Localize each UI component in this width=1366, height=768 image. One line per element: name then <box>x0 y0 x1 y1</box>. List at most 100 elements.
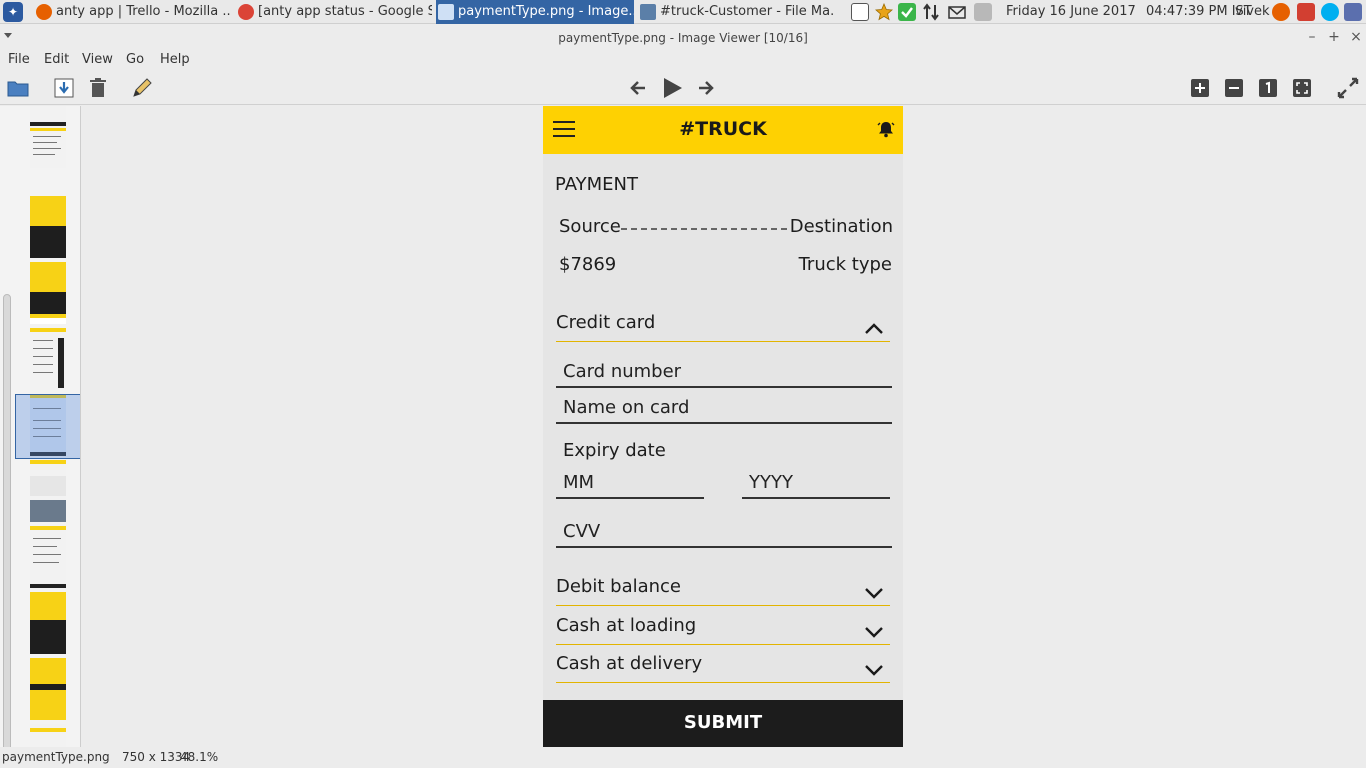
cash-at-delivery-label: Cash at delivery <box>556 653 703 674</box>
star-icon[interactable] <box>875 2 893 21</box>
expiry-year-placeholder: YYYY <box>749 472 793 493</box>
menu-view[interactable]: View <box>82 52 113 67</box>
menu-file[interactable]: File <box>8 52 30 67</box>
task-label: paymentType.png - Image... <box>458 4 634 19</box>
thumbnail[interactable] <box>30 196 66 258</box>
debit-balance-section: Debit balance <box>556 570 890 606</box>
firefox-icon <box>36 4 52 20</box>
cash-at-delivery-section: Cash at delivery <box>556 647 890 683</box>
chrome-icon <box>238 4 254 20</box>
fullscreen-icon[interactable] <box>1336 76 1360 100</box>
zoom-in-icon[interactable] <box>1188 76 1212 100</box>
cash-at-loading-label: Cash at loading <box>556 615 697 636</box>
cvv-field: CVV <box>556 518 892 548</box>
price: $7869 <box>559 254 617 275</box>
task-label: anty app | Trello - Mozilla ... <box>56 4 230 19</box>
expiry-month-placeholder: MM <box>563 472 595 493</box>
mail-icon[interactable] <box>948 3 966 21</box>
app-title: #TRUCK <box>679 118 767 140</box>
close-icon[interactable]: × <box>1349 27 1363 47</box>
app-menu-icon[interactable]: ✦ <box>3 2 23 22</box>
check-icon[interactable] <box>898 3 916 21</box>
status-bar: paymentType.png 750 x 1334 48.1% <box>0 747 1366 768</box>
expiry-date-label: Expiry date <box>563 440 666 461</box>
menubar: File Edit View Go Help <box>0 49 1366 71</box>
fit-to-window-icon[interactable] <box>1290 76 1314 100</box>
task-trello-firefox[interactable]: anty app | Trello - Mozilla ... <box>34 0 230 24</box>
taskbar: ✦ anty app | Trello - Mozilla ... [anty … <box>0 0 1366 24</box>
save-icon[interactable] <box>52 76 76 100</box>
submit-button: SUBMIT <box>543 700 903 747</box>
menu-edit[interactable]: Edit <box>44 52 69 67</box>
thumbnail-selection <box>15 394 80 459</box>
firefox-launcher-icon[interactable] <box>1272 3 1290 21</box>
thumbnail-strip[interactable] <box>0 106 81 747</box>
task-file-manager[interactable]: #truck-Customer - File Ma... <box>638 0 834 24</box>
image-viewer-icon <box>438 4 454 20</box>
thumbnail[interactable] <box>30 460 66 522</box>
truck-type: Truck type <box>798 254 892 275</box>
chevron-down-icon <box>865 627 883 638</box>
status-zoom: 48.1% <box>180 750 219 764</box>
open-folder-icon[interactable] <box>6 76 30 100</box>
original-size-icon[interactable] <box>1256 76 1280 100</box>
app-header: #TRUCK <box>543 106 903 154</box>
skype-icon[interactable] <box>1321 3 1339 21</box>
status-filename: paymentType.png <box>2 750 110 764</box>
thumbnail[interactable] <box>30 724 66 747</box>
chevron-up-icon <box>865 323 883 334</box>
next-arrow-icon[interactable] <box>694 76 718 100</box>
route-destination: Destination <box>789 216 893 237</box>
payment-screen-image: #TRUCK PAYMENT Source Destination $7869 … <box>543 106 903 747</box>
previous-arrow-icon[interactable] <box>626 76 650 100</box>
task-image-viewer[interactable]: paymentType.png - Image... <box>436 0 634 24</box>
notes-icon[interactable] <box>851 3 869 21</box>
edit-pencil-icon[interactable] <box>130 76 154 100</box>
play-slideshow-icon[interactable] <box>660 76 684 100</box>
task-google-sheets-chrome[interactable]: [anty app status - Google S... <box>236 0 432 24</box>
minimize-icon[interactable]: – <box>1305 27 1319 47</box>
clock-date[interactable]: Friday 16 June 2017 <box>1006 0 1136 24</box>
folder-icon <box>640 4 656 20</box>
notification-bell-icon <box>877 120 895 138</box>
task-label: #truck-Customer - File Ma... <box>660 4 834 19</box>
thumbnail[interactable] <box>30 592 66 654</box>
zoom-out-icon[interactable] <box>1222 76 1246 100</box>
menu-go[interactable]: Go <box>126 52 144 67</box>
submit-label: SUBMIT <box>683 712 763 733</box>
name-on-card-placeholder: Name on card <box>563 397 690 418</box>
route-dashed-line <box>621 228 787 230</box>
chevron-down-icon <box>865 588 883 599</box>
card-number-placeholder: Card number <box>563 361 682 382</box>
image-canvas[interactable]: #TRUCK PAYMENT Source Destination $7869 … <box>82 106 1366 747</box>
maximize-icon[interactable]: + <box>1327 27 1341 47</box>
chevron-down-icon <box>865 665 883 676</box>
thumbnail[interactable] <box>30 106 66 168</box>
thumbnail[interactable] <box>30 526 66 588</box>
google-plus-icon[interactable] <box>1297 3 1315 21</box>
expiry-month-field: MM <box>556 469 704 499</box>
payment-heading: PAYMENT <box>555 174 638 195</box>
toolbar <box>0 71 1366 105</box>
debit-balance-label: Debit balance <box>556 576 682 597</box>
name-on-card-field: Name on card <box>556 394 892 424</box>
route-source: Source <box>559 216 621 237</box>
menu-help[interactable]: Help <box>160 52 190 67</box>
trash-icon[interactable] <box>86 76 110 100</box>
drive-icon[interactable] <box>974 3 992 21</box>
task-label: [anty app status - Google S... <box>258 4 432 19</box>
thumbnail-scrollbar[interactable] <box>3 294 11 747</box>
window-title: paymentType.png - Image Viewer [10/16] <box>558 31 808 45</box>
thumbnail[interactable] <box>30 262 66 324</box>
credit-card-label: Credit card <box>556 312 656 333</box>
credit-card-section: Credit card <box>556 306 890 342</box>
card-number-field: Card number <box>556 358 892 388</box>
thumbnail[interactable] <box>30 328 66 390</box>
thumbnail[interactable] <box>30 658 66 720</box>
viber-icon[interactable] <box>1344 3 1362 21</box>
cvv-placeholder: CVV <box>563 521 601 542</box>
network-icon[interactable] <box>922 3 940 21</box>
expiry-year-field: YYYY <box>742 469 890 499</box>
user-name[interactable]: vivek <box>1235 0 1270 24</box>
cash-at-loading-section: Cash at loading <box>556 609 890 645</box>
